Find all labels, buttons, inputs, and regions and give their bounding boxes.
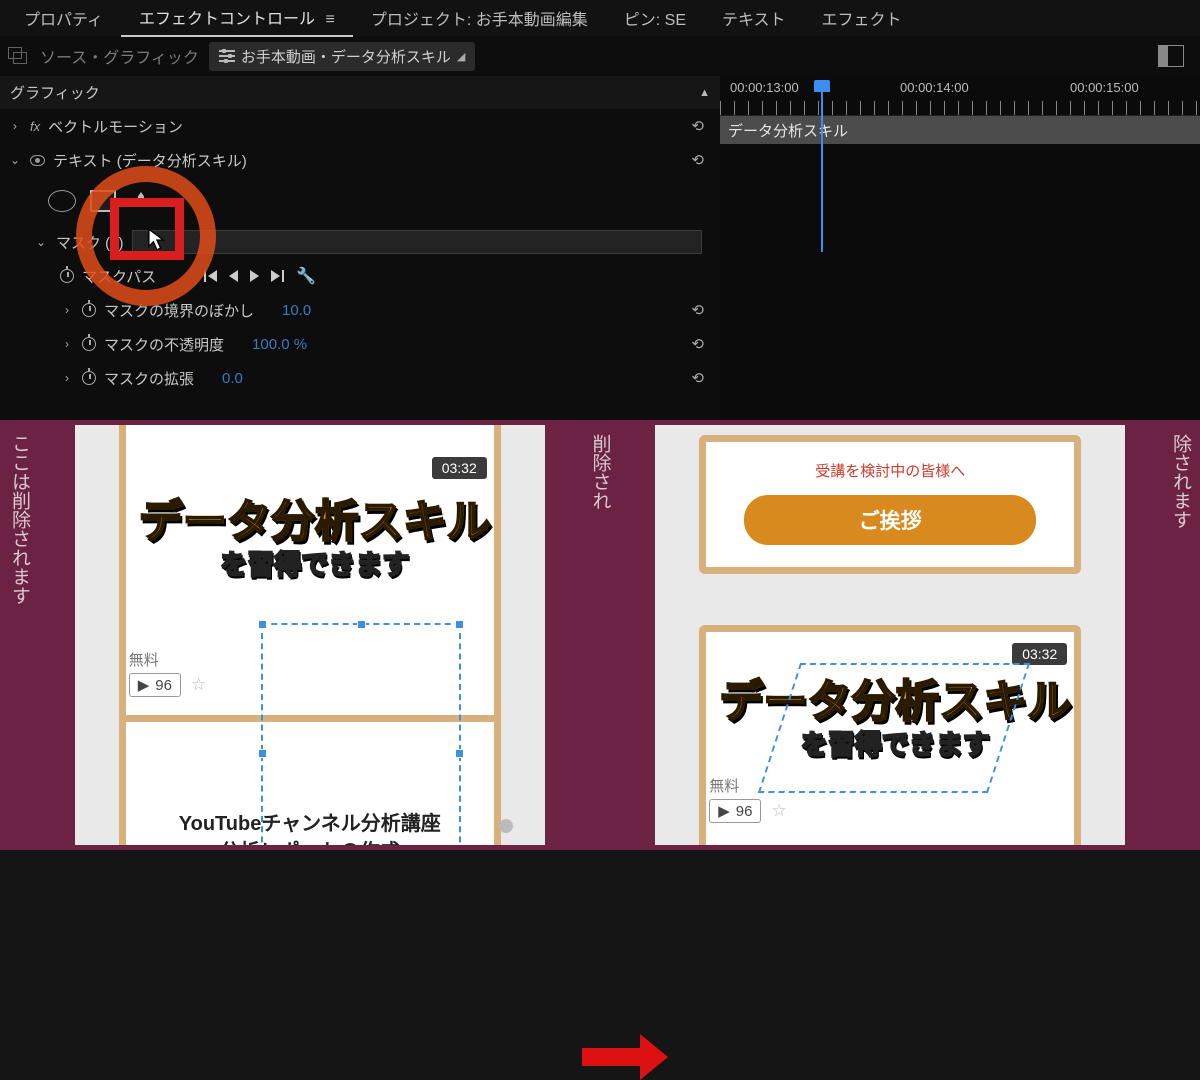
expand-icon[interactable]: › (60, 303, 74, 317)
greeting-button[interactable]: ご挨拶 (744, 495, 1036, 545)
expand-icon[interactable]: › (60, 337, 74, 351)
row-mask-1[interactable]: ⌄ マスク (1) (0, 225, 720, 259)
reset-icon[interactable]: ⟲ (683, 301, 712, 319)
collapse-icon[interactable]: ▲ (699, 87, 710, 99)
duration-badge: 03:32 (432, 457, 487, 479)
panel-menu-icon[interactable]: ≡ (326, 11, 335, 28)
time-label: 00:00:15:00 (1070, 80, 1139, 95)
preview-after: 受講を検討中の皆様へ ご挨拶 03:32 データ分析スキル を習得できます 無料… (655, 425, 1125, 845)
mask-expansion-value[interactable]: 0.0 (222, 370, 243, 387)
play-count: 96 (155, 677, 172, 694)
mask-path-label: マスクパス (82, 266, 156, 287)
timeline-clip-bar[interactable]: データ分析スキル (720, 116, 1200, 144)
stopwatch-icon[interactable] (60, 269, 74, 283)
next-keyframe-icon[interactable] (271, 270, 284, 282)
preview-before: 03:32 データ分析スキル を習得できます 無料 ▶ 96 ☆ YouTube… (75, 425, 545, 845)
stopwatch-icon[interactable] (82, 371, 96, 385)
mask-1-label: マスク (1) (56, 232, 124, 253)
row-mask-opacity[interactable]: › マスクの不透明度 100.0 % ⟲ (0, 327, 720, 361)
row-vector-motion[interactable]: › fx ベクトルモーション ⟲ (0, 109, 720, 143)
time-label: 00:00:14:00 (900, 80, 969, 95)
tab-effect-controls[interactable]: エフェクトコントロール ≡ (121, 0, 353, 37)
expand-icon[interactable]: ⌄ (8, 153, 22, 167)
step-forward-icon[interactable] (250, 270, 259, 282)
mask-rectangle[interactable] (261, 623, 461, 845)
tab-text[interactable]: テキスト (704, 0, 804, 36)
toggle-timeline-icon[interactable] (1158, 45, 1184, 67)
stopwatch-icon[interactable] (82, 303, 96, 317)
side-caption-left: ここは削除されます (0, 420, 39, 850)
preview-comparison: ここは削除されます 03:32 データ分析スキル を習得できます 無料 ▶ 96… (0, 420, 1200, 850)
prev-keyframe-icon[interactable] (204, 270, 217, 282)
reset-icon[interactable]: ⟲ (683, 151, 712, 169)
fx-badge-icon: fx (30, 119, 40, 134)
snap-icon[interactable] (8, 47, 30, 65)
step-back-icon[interactable] (229, 270, 238, 282)
effect-controls-panel: プロパティ エフェクトコントロール ≡ プロジェクト: お手本動画編集 ピン: … (0, 0, 1200, 420)
arrow-icon (582, 1034, 668, 1080)
scroll-indicator (499, 819, 513, 833)
play-count-chip[interactable]: ▶ 96 (129, 673, 181, 697)
play-count-chip[interactable]: ▶ 96 (709, 799, 761, 823)
row-mask-feather[interactable]: › マスクの境界のぼかし 10.0 ⟲ (0, 293, 720, 327)
row-text-item[interactable]: ⌄ テキスト (データ分析スキル) ⟲ (0, 143, 720, 177)
tab-properties[interactable]: プロパティ (6, 0, 121, 36)
properties-section-header[interactable]: グラフィック ▲ (0, 76, 720, 109)
reset-icon[interactable]: ⟲ (683, 335, 712, 353)
clip-header-row: ソース・グラフィック お手本動画・データ分析スキル ◢ (0, 36, 1200, 76)
side-caption-mid: 削除され (581, 420, 620, 850)
expand-icon[interactable]: › (8, 119, 22, 133)
side-caption-right: 除されます (1161, 420, 1200, 850)
mask-opacity-label: マスクの不透明度 (104, 334, 224, 355)
greeting-notice: 受講を検討中の皆様へ (724, 460, 1056, 481)
panel-tabs: プロパティ エフェクトコントロール ≡ プロジェクト: お手本動画編集 ピン: … (0, 0, 1200, 36)
mask-parallelogram[interactable] (758, 663, 1030, 793)
tab-effect-controls-label: エフェクトコントロール (139, 11, 315, 28)
playhead[interactable] (814, 80, 830, 252)
mask-path-keyframe-controls: 🔧 (204, 266, 316, 286)
text-item-label: テキスト (データ分析スキル) (53, 150, 247, 171)
duration-badge: 03:32 (1012, 643, 1067, 665)
mask-opacity-value[interactable]: 100.0 % (252, 336, 307, 353)
effect-properties: グラフィック ▲ › fx ベクトルモーション ⟲ ⌄ テキスト (データ分析ス… (0, 76, 720, 420)
row-mask-path[interactable]: マスクパス 🔧 (0, 259, 720, 293)
mask-expansion-label: マスクの拡張 (104, 368, 194, 389)
visibility-icon[interactable] (30, 155, 45, 166)
sliders-icon (219, 49, 235, 63)
row-mask-expansion[interactable]: › マスクの拡張 0.0 ⟲ (0, 361, 720, 395)
mask-shape-tools (0, 177, 720, 225)
time-label: 00:00:13:00 (730, 80, 799, 95)
vector-motion-label: ベクトルモーション (48, 116, 183, 137)
clip-chip-label: お手本動画・データ分析スキル (241, 46, 451, 67)
expand-icon[interactable]: ⌄ (34, 235, 48, 249)
ellipse-mask-icon[interactable] (48, 190, 76, 212)
pen-mask-icon[interactable] (130, 190, 152, 212)
mask-name-input[interactable] (132, 230, 702, 254)
timeline-clip-label: データ分析スキル (728, 120, 848, 141)
favorite-icon[interactable]: ☆ (191, 675, 206, 695)
tab-project[interactable]: プロジェクト: お手本動画編集 (353, 0, 606, 36)
effect-timeline: 00:00:13:00 00:00:14:00 00:00:15:00 データ分… (720, 76, 1200, 420)
play-count: 96 (736, 803, 753, 820)
properties-section-label: グラフィック (10, 82, 100, 103)
chevron-down-icon: ◢ (457, 50, 465, 63)
reset-icon[interactable]: ⟲ (683, 117, 712, 135)
mask-options-icon[interactable]: 🔧 (296, 266, 316, 286)
greeting-card: 受講を検討中の皆様へ ご挨拶 (699, 435, 1081, 574)
timeline-ruler[interactable]: 00:00:13:00 00:00:14:00 00:00:15:00 (720, 76, 1200, 116)
free-label: 無料 (129, 649, 159, 670)
ruler-ticks (720, 101, 1200, 115)
clip-chip[interactable]: お手本動画・データ分析スキル ◢ (209, 42, 475, 71)
source-label: ソース・グラフィック (40, 44, 199, 68)
tab-effects[interactable]: エフェクト (804, 0, 920, 36)
mask-feather-label: マスクの境界のぼかし (104, 300, 254, 321)
tab-bin[interactable]: ピン: SE (606, 0, 704, 36)
rectangle-mask-icon[interactable] (90, 190, 116, 212)
free-label: 無料 (709, 775, 739, 796)
favorite-icon[interactable]: ☆ (771, 801, 786, 821)
reset-icon[interactable]: ⟲ (683, 369, 712, 387)
mask-feather-value[interactable]: 10.0 (282, 302, 311, 319)
stopwatch-icon[interactable] (82, 337, 96, 351)
expand-icon[interactable]: › (60, 371, 74, 385)
